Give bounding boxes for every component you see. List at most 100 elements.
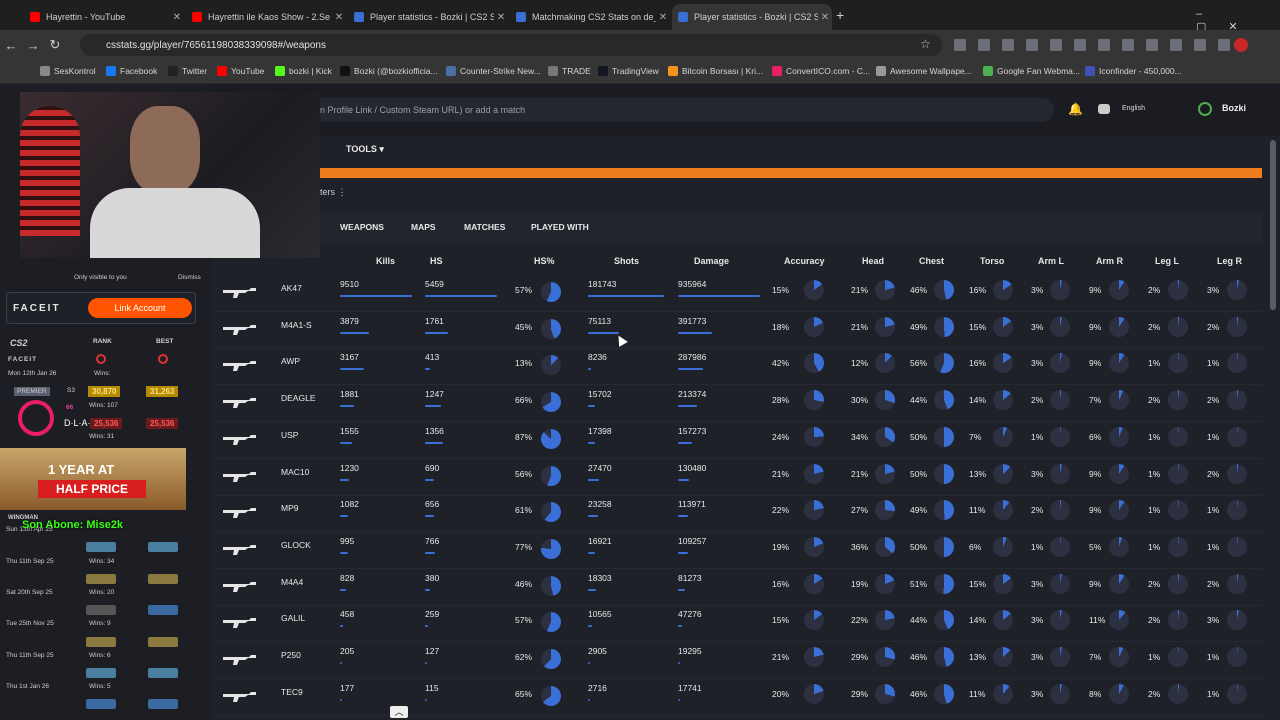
- tab-youtube-1[interactable]: Hayrettin - YouTube ✕: [24, 4, 184, 30]
- table-row[interactable]: AK47 9510 5459 57% 181743 935964 15% 21% 46% 16% 3…: [214, 276, 1262, 312]
- avatar[interactable]: [1198, 102, 1212, 116]
- bookmark-item[interactable]: Bitcoin Borsası | Kri...: [668, 66, 763, 76]
- hs-value: 115: [425, 682, 439, 693]
- legr-pie: [1227, 610, 1247, 631]
- tab-maps[interactable]: MAPS: [411, 222, 436, 232]
- close-icon[interactable]: ✕: [494, 12, 508, 23]
- close-icon[interactable]: ✕: [170, 12, 184, 23]
- new-tab-button[interactable]: +: [836, 7, 844, 23]
- bell-icon[interactable]: 🔔: [1068, 102, 1083, 116]
- bookmark-item[interactable]: Facebook: [106, 66, 157, 76]
- bookmark-item[interactable]: Awesome Wallpape...: [876, 66, 972, 76]
- column-header[interactable]: Accuracy: [784, 256, 825, 266]
- bookmark-item[interactable]: SesKontrol: [40, 66, 96, 76]
- premier-rating: 30,870: [88, 386, 121, 397]
- star-icon[interactable]: ☆: [920, 37, 931, 51]
- match-date: Thu 11th Sep 25: [6, 652, 54, 659]
- tab-played-with[interactable]: PLAYED WITH: [531, 222, 589, 232]
- damage-bar: [678, 662, 680, 664]
- tools-menu[interactable]: TOOLS ▾: [346, 144, 384, 155]
- table-row[interactable]: USP 1555 1356 87% 17398 157273 24% 34% 50% 7% 1% 6%…: [214, 423, 1262, 459]
- column-header[interactable]: Torso: [980, 256, 1004, 266]
- column-header[interactable]: Leg L: [1155, 256, 1179, 266]
- tab-csstats-active[interactable]: Player statistics - Bozki | CS2 St ✕: [672, 4, 832, 30]
- match-date: Thu 11th Sep 25: [6, 558, 54, 565]
- column-header[interactable]: Kills: [376, 256, 395, 266]
- table-row[interactable]: P250 205 127 62% 2905 19295 21% 29% 46% 13% 3% 7% 1%…: [214, 643, 1262, 679]
- legr-percent: 1%: [1207, 541, 1220, 552]
- column-header[interactable]: Head: [862, 256, 884, 266]
- close-icon[interactable]: ✕: [656, 12, 670, 23]
- kills-bar: [340, 698, 342, 701]
- url-input[interactable]: csstats.gg/player/76561198038339098#/wea…: [80, 34, 942, 56]
- table-row[interactable]: M4A1-S 3879 1761 45% 75113 391773 18% 21% 49% 15%…: [214, 313, 1262, 349]
- shots-value: 181743: [588, 279, 617, 289]
- table-row[interactable]: AWP 3167 413 13% 8236 287986 42% 12% 56% 16% 3% 9% 1…: [214, 349, 1262, 386]
- column-header[interactable]: Arm L: [1038, 256, 1064, 266]
- torso-percent: 14%: [969, 615, 987, 626]
- column-header[interactable]: Leg R: [1217, 256, 1242, 266]
- torso-percent: 15%: [969, 578, 987, 589]
- language-select[interactable]: English: [1122, 105, 1145, 112]
- scroll-top-button[interactable]: ︿: [390, 706, 408, 718]
- tab-csstats-2[interactable]: Matchmaking CS2 Stats on de_ ✕: [510, 4, 670, 30]
- hs-bar: [425, 625, 429, 628]
- tab-youtube-2[interactable]: Hayrettin ile Kaos Show - 2.Se ✕: [186, 4, 346, 30]
- bookmark-item[interactable]: Google Fan Webma...: [983, 66, 1080, 76]
- bookmark-item[interactable]: bozki | Kick: [275, 66, 332, 76]
- tab-csstats-1[interactable]: Player statistics - Bozki | CS2 St ✕: [348, 4, 508, 30]
- column-header[interactable]: Shots: [614, 256, 639, 266]
- bookmark-item[interactable]: Twitter: [168, 66, 207, 76]
- page-scrollbar[interactable]: [1270, 140, 1276, 310]
- hs-value: 1761: [425, 315, 444, 326]
- bookmark-item[interactable]: YouTube: [217, 66, 264, 76]
- link-account-button[interactable]: Link Account: [88, 298, 192, 318]
- username[interactable]: Bozki: [1222, 103, 1246, 113]
- bookmark-item[interactable]: Iconfinder - 450,000...: [1085, 66, 1182, 76]
- forward-icon[interactable]: →: [22, 38, 44, 53]
- discord-icon[interactable]: [1098, 104, 1110, 114]
- dismiss-link[interactable]: Dismiss: [178, 274, 201, 281]
- table-row[interactable]: M4A4 828 380 46% 18303 81273 16% 19% 51% 15% 3% 9% 2…: [214, 570, 1262, 606]
- head-percent: 22%: [851, 615, 869, 626]
- table-row[interactable]: MP9 1082 656 61% 23258 113971 22% 27% 49% 11% 2% 9%…: [214, 496, 1262, 533]
- back-icon[interactable]: ←: [0, 38, 22, 53]
- arml-pie: [1050, 536, 1070, 557]
- search-input[interactable]: n Profile Link / Custom Steam URL) or ad…: [300, 98, 1054, 122]
- bookmark-item[interactable]: ConvertICO.com - C...: [772, 66, 870, 76]
- legl-pie: [1168, 500, 1188, 521]
- tab-matches[interactable]: MATCHES: [464, 222, 505, 232]
- close-icon[interactable]: ✕: [332, 12, 346, 23]
- bookmark-item[interactable]: Bozki (@bozkiofficia...: [340, 66, 438, 76]
- table-row[interactable]: GLOCK 995 766 77% 16921 109257 19% 36% 50% 6% 1% 5%…: [214, 533, 1262, 569]
- column-header[interactable]: HS: [430, 256, 443, 266]
- wins-text: Wins:: [94, 370, 111, 377]
- profile-avatar[interactable]: [1234, 38, 1248, 52]
- table-row[interactable]: GALIL 458 259 57% 10565 47276 15% 22% 44% 14% 3% 11…: [214, 606, 1262, 643]
- table-row[interactable]: MAC10 1230 690 56% 27470 130480 21% 21% 50% 13% 3%…: [214, 460, 1262, 496]
- arml-percent: 3%: [1031, 358, 1044, 369]
- hs-bar: [425, 515, 434, 518]
- column-header[interactable]: Chest: [919, 256, 944, 266]
- bookmark-item[interactable]: TradingView: [598, 66, 659, 76]
- acc-percent: 21%: [772, 652, 790, 662]
- reload-icon[interactable]: ↻: [44, 37, 66, 53]
- column-header[interactable]: HS%: [534, 256, 555, 266]
- extension-icons[interactable]: [954, 39, 1234, 51]
- shots-value: 2716: [588, 682, 607, 693]
- armr-pie: [1109, 353, 1129, 374]
- torso-pie: [993, 610, 1013, 631]
- chest-pie: [934, 610, 954, 631]
- close-icon[interactable]: ✕: [818, 12, 832, 23]
- table-row[interactable]: DEAGLE 1881 1247 66% 15702 213374 28% 30% 44% 14%…: [214, 386, 1262, 423]
- weapon-icon: [222, 543, 258, 555]
- bookmark-item[interactable]: Counter-Strike New...: [446, 66, 541, 76]
- tab-weapons[interactable]: WEAPONS: [340, 222, 384, 232]
- filters-toggle[interactable]: ters ⋮: [320, 187, 347, 198]
- shots-bar: [588, 551, 596, 554]
- table-row[interactable]: TEC9 177 115 65% 2716 17741 20% 29% 46% 11% 3% 8% 2%…: [214, 680, 1262, 716]
- column-header[interactable]: Damage: [694, 256, 729, 266]
- address-bar-row: ← → ↻ csstats.gg/player/7656119803833909…: [0, 30, 1280, 60]
- bookmark-item[interactable]: TRADE: [548, 66, 591, 76]
- column-header[interactable]: Arm R: [1096, 256, 1123, 266]
